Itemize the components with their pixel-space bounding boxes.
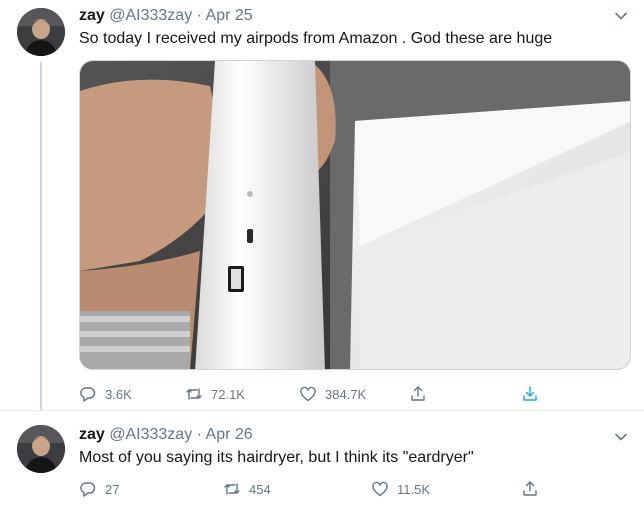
tweet-2[interactable]: zay @AI333zay · Apr 26 Most of you sayin…	[0, 410, 644, 506]
share-icon	[411, 386, 425, 401]
retweet-icon	[186, 388, 202, 400]
download-button[interactable]	[521, 384, 547, 404]
thread-line	[40, 62, 42, 410]
reply-icon	[80, 482, 96, 497]
retweet-count: 72.1K	[211, 386, 245, 402]
chevron-down-icon[interactable]	[614, 9, 628, 23]
reply-count: 3.6K	[105, 386, 132, 402]
tweet-actions: 3.6K 72.1K 384.7K	[79, 384, 559, 404]
tweet-text: So today I received my airpods from Amaz…	[79, 30, 553, 47]
like-count: 384.7K	[325, 386, 367, 402]
like-count: 11.5K	[397, 481, 431, 497]
tweet-1[interactable]: zay @AI333zay · Apr 25 So today I receiv…	[0, 0, 644, 410]
display-name[interactable]: zay	[79, 426, 105, 443]
like-icon	[372, 481, 388, 497]
display-name[interactable]: zay	[79, 7, 105, 24]
tweet-actions: 27 454 11.5K	[79, 479, 559, 499]
like-button[interactable]: 11.5K	[371, 479, 430, 499]
chevron-down-icon[interactable]	[614, 430, 628, 444]
share-button[interactable]	[521, 479, 547, 499]
tweet-image[interactable]	[79, 60, 631, 370]
download-icon	[523, 386, 537, 401]
retweet-button[interactable]: 454	[223, 479, 271, 499]
tweet-text: Most of you saying its hairdryer, but I …	[79, 449, 474, 466]
tweet-header: zay @AI333zay · Apr 26	[79, 425, 253, 445]
avatar[interactable]	[17, 8, 65, 56]
like-icon	[300, 386, 316, 402]
reply-icon	[80, 387, 96, 402]
retweet-icon	[224, 483, 240, 495]
user-handle[interactable]: @AI333zay	[109, 426, 192, 443]
retweet-button[interactable]: 72.1K	[185, 384, 245, 404]
like-button[interactable]: 384.7K	[299, 384, 366, 404]
reply-button[interactable]: 27	[79, 479, 119, 499]
reply-button[interactable]: 3.6K	[79, 384, 132, 404]
share-icon	[523, 481, 537, 496]
tweet-date[interactable]: Apr 26	[206, 426, 253, 443]
reply-count: 27	[105, 481, 120, 497]
tweet-header: zay @AI333zay · Apr 25	[79, 6, 253, 26]
share-button[interactable]	[409, 384, 435, 404]
tweet-date[interactable]: Apr 25	[206, 7, 253, 24]
avatar[interactable]	[17, 425, 65, 473]
retweet-count: 454	[249, 481, 271, 497]
separator: ·	[196, 7, 202, 24]
separator: ·	[196, 426, 202, 443]
user-handle[interactable]: @AI333zay	[109, 7, 192, 24]
